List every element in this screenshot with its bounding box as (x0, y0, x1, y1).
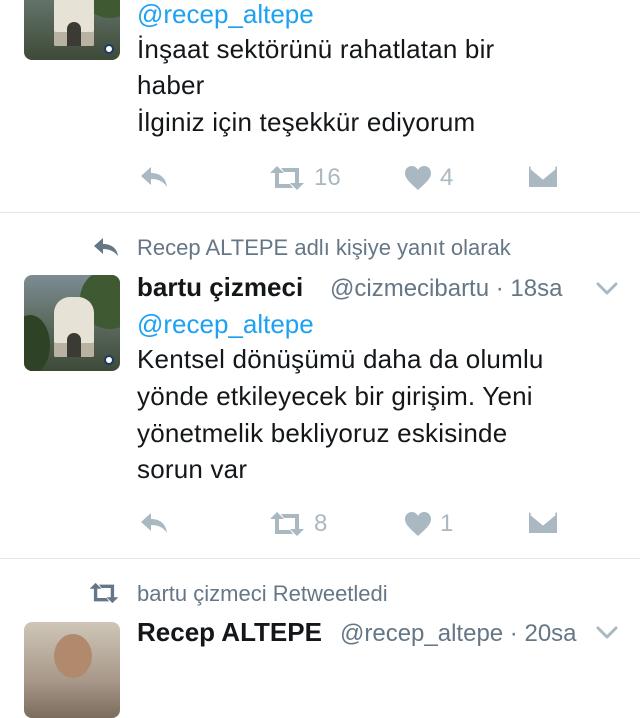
like-count: 1 (440, 510, 454, 537)
reply-button[interactable] (138, 510, 170, 536)
avatar[interactable] (24, 275, 120, 371)
retweet-context[interactable]: bartu çizmeci Retweetledi (137, 581, 388, 607)
retweet-context-icon (88, 582, 120, 604)
retweet-button[interactable]: 8 (268, 510, 327, 538)
like-count: 4 (440, 164, 454, 191)
avatar[interactable] (24, 0, 120, 60)
avatar-logo (104, 44, 114, 54)
tweet-text-line: sorun var (137, 454, 248, 484)
retweet-icon (270, 166, 304, 190)
tweet-text-line: İnşaat sektörünü rahatlatan bir (137, 34, 495, 64)
chevron-down-icon[interactable] (596, 626, 618, 640)
author-name[interactable]: bartu çizmeci (137, 272, 303, 303)
reply-arrow-icon (141, 167, 167, 187)
mention-link[interactable]: @recep_altepe (137, 0, 314, 30)
retweet-button[interactable]: 16 (268, 164, 341, 192)
dm-button[interactable] (528, 510, 558, 534)
heart-icon (405, 166, 431, 190)
author-handle-time[interactable]: @recep_altepe · 20sa (340, 620, 577, 648)
avatar-logo (104, 355, 114, 365)
like-button[interactable]: 1 (404, 510, 453, 538)
envelope-icon (529, 512, 557, 533)
author-handle-time[interactable]: @cizmecibartu · 18sa (330, 275, 562, 303)
retweet-count: 8 (314, 510, 328, 537)
tweet-text-line: yönetmelik bekliyoruz eskisinde (137, 418, 508, 448)
tweet-text-line: yönde etkileyecek bir girişim. Yeni (137, 381, 533, 411)
avatar-door (67, 22, 81, 46)
dm-button[interactable] (528, 164, 558, 188)
tweet-text-line: haber (137, 70, 205, 100)
author-name[interactable]: Recep ALTEPE (137, 617, 322, 648)
avatar-tree (24, 315, 50, 371)
tweet-divider (0, 212, 640, 213)
reply-arrow-icon (141, 513, 167, 533)
mention-link[interactable]: @recep_altepe (137, 309, 314, 340)
tweet-text-line: İlginiz için teşekkür ediyorum (137, 107, 476, 137)
avatar-door (67, 333, 81, 357)
avatar-face (54, 634, 92, 678)
chevron-down-icon[interactable] (596, 282, 618, 296)
reply-context-icon (92, 236, 120, 258)
tweet-divider (0, 558, 640, 559)
retweet-icon (270, 512, 304, 536)
reply-button[interactable] (138, 164, 170, 190)
like-button[interactable]: 4 (404, 164, 453, 192)
envelope-icon (529, 166, 557, 187)
tweet-text-line: Kentsel dönüşümü daha da olumlu (137, 344, 544, 374)
reply-context[interactable]: Recep ALTEPE adlı kişiye yanıt olarak (137, 235, 511, 261)
avatar[interactable] (24, 622, 120, 718)
retweet-count: 16 (314, 164, 341, 191)
heart-icon (405, 512, 431, 536)
